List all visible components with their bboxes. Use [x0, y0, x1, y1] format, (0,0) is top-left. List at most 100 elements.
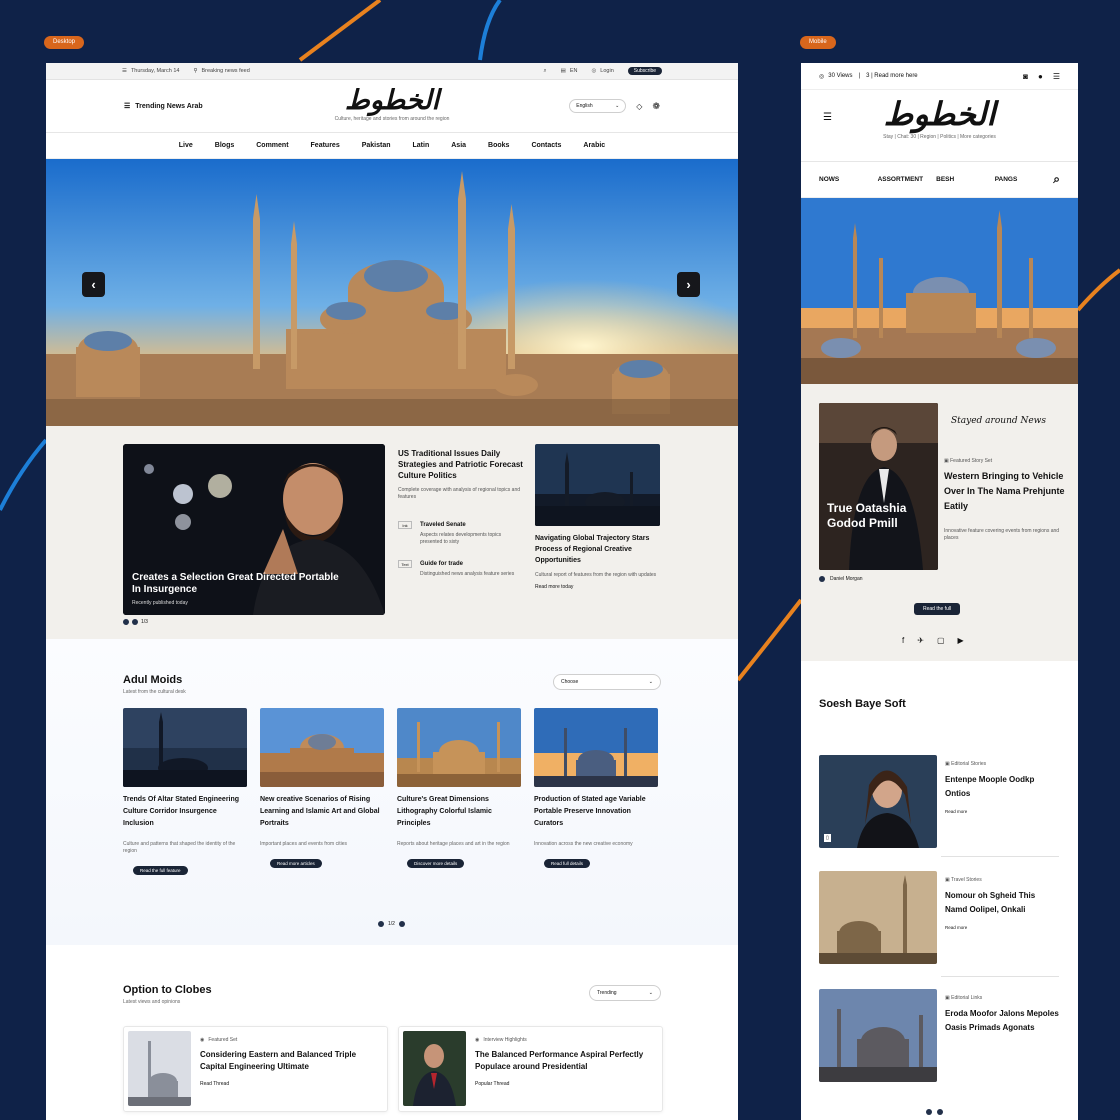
story-card-desc: Innovation across the new creative econo…: [534, 841, 633, 847]
nav-item[interactable]: Latin: [413, 142, 430, 149]
hamburger-icon[interactable]: ☰: [823, 112, 832, 123]
featured-main-card[interactable]: Creates a Selection Great Directed Porta…: [123, 444, 385, 615]
facebook-icon[interactable]: f: [902, 636, 904, 645]
nav-item[interactable]: Comment: [256, 142, 288, 149]
nav-item[interactable]: Live: [179, 142, 193, 149]
nav-item[interactable]: Features: [311, 142, 340, 149]
mobile-nav-item[interactable]: ASSORTMENT: [878, 176, 937, 183]
mobile-list-item[interactable]: ▣ Editorial Links Eroda Moofor Jalons Me…: [819, 989, 1059, 1082]
login-link[interactable]: ◎ Login: [591, 68, 613, 74]
middle-lead-title[interactable]: US Traditional Issues Daily Strategies a…: [398, 448, 523, 481]
hero-next-button[interactable]: ›: [677, 272, 700, 297]
opinion-card[interactable]: ◉ Interview Highlights The Balanced Perfo…: [398, 1026, 663, 1112]
menu-toggle[interactable]: ☰ Trending News Arab: [124, 102, 203, 111]
story-card-button[interactable]: Read full details: [544, 859, 591, 868]
nav-item[interactable]: Pakistan: [362, 142, 391, 149]
featured-pager[interactable]: 1/3: [123, 619, 148, 625]
instagram-icon[interactable]: ◙: [1023, 72, 1028, 81]
user-icon: ◉: [475, 1037, 480, 1043]
pager-dot[interactable]: [123, 619, 129, 625]
meta-text: Travel Stories: [951, 877, 982, 883]
mobile-feature-meta: ▣ Featured Story Set: [944, 458, 1066, 464]
mobile-feature-card[interactable]: True Oatashia Godod Pmill: [819, 403, 938, 570]
mini-story[interactable]: Text Guide for trade Distinguished news …: [398, 560, 523, 578]
breaking-text: Breaking news feed: [201, 68, 250, 74]
pager-prev[interactable]: [378, 921, 384, 927]
youtube-icon[interactable]: ▶: [958, 636, 964, 645]
mobile-list-item-meta: ▣ Travel Stories: [945, 877, 1059, 883]
author-name: Daniel Morgan: [830, 576, 863, 582]
mobile-nav-item[interactable]: BESH: [936, 176, 995, 183]
right-story-more-link[interactable]: Read more today: [535, 584, 660, 590]
pager-prev[interactable]: [926, 1109, 932, 1115]
mobile-utility-bar: ◎ 30 Views | 3 | Read more here ◙ ● ☰: [801, 63, 1078, 90]
story-card[interactable]: Trends Of Altar Stated Engineering Cultu…: [123, 708, 247, 877]
story-card-image: [534, 708, 658, 787]
date-item: ☰ Thursday, March 14: [122, 68, 179, 74]
story-card[interactable]: Production of Stated age Variable Portab…: [534, 708, 658, 877]
hero-slider: ‹ ›: [46, 159, 738, 426]
mobile-list-item[interactable]: ▣ Travel Stories Nomour oh Sgheid This N…: [819, 871, 1059, 964]
hero-image: [46, 159, 738, 426]
section-filter-select[interactable]: Choose ⌄: [553, 674, 661, 690]
shield-icon[interactable]: ◇: [636, 102, 642, 111]
story-card[interactable]: Culture's Great Dimensions Lithography C…: [397, 708, 521, 877]
breaking-item[interactable]: ⚲ Breaking news feed: [193, 68, 249, 74]
facebook-icon[interactable]: ●: [1038, 72, 1043, 81]
mini-story[interactable]: Ink Traveled Senate Aspects relates deve…: [398, 521, 523, 546]
mobile-list-item-image: [819, 871, 937, 964]
opinion-card-more[interactable]: Popular Thread: [475, 1081, 658, 1087]
section-title: Adul Moids: [123, 674, 183, 686]
mobile-hero-image[interactable]: [801, 198, 1078, 384]
mobile-nav-item[interactable]: NOWS: [819, 176, 878, 183]
cards-section: Adul Moids Latest from the cultural desk…: [46, 639, 738, 945]
filter-icon[interactable]: ☰: [1053, 72, 1060, 81]
site-header: ☰ Trending News Arab الخطوط Culture, her…: [46, 80, 738, 133]
mobile-feature-button[interactable]: Read the full: [914, 603, 961, 615]
language-select[interactable]: English ⌄: [569, 99, 627, 113]
nav-item[interactable]: Arabic: [583, 142, 605, 149]
instagram-icon[interactable]: ▢: [937, 636, 945, 645]
mobile-list-item-more[interactable]: Read more: [945, 809, 1059, 814]
cards-pager: 1/2: [378, 921, 405, 927]
mobile-header: ☰ الخطوط Stay | Chat: 30 | Region | Poli…: [801, 90, 1078, 162]
featured-right-column[interactable]: Navigating Global Trajectory Stars Proce…: [535, 444, 660, 590]
search-icon[interactable]: ⌕: [544, 68, 547, 75]
pager-next[interactable]: [398, 921, 405, 927]
opinion-card[interactable]: ◉ Featured Set Considering Eastern and Ba…: [123, 1026, 388, 1112]
story-card-desc: Culture and patterns that shaped the ide…: [123, 841, 236, 854]
twitter-icon[interactable]: ✈: [917, 636, 924, 645]
pager-dot[interactable]: [132, 619, 138, 625]
hero-prev-button[interactable]: ‹: [82, 272, 105, 297]
mobile-list-item[interactable]: ▯ ▣ Editorial Stories Entenpe Moople Ood…: [819, 755, 1059, 848]
story-card-button[interactable]: Discover more details: [407, 859, 465, 868]
nav-item[interactable]: Books: [488, 142, 509, 149]
palette-icon[interactable]: ❁: [652, 101, 660, 112]
subscribe-button[interactable]: Subscribe: [627, 67, 662, 75]
mobile-feature-title[interactable]: Western Bringing to Vehicle Over In The …: [944, 469, 1066, 514]
opinion-filter-select[interactable]: Trending ⌄: [589, 985, 661, 1001]
opinion-card-more[interactable]: Read Thread: [200, 1081, 383, 1087]
middle-lead-sub: Complete coverage with analysis of regio…: [398, 487, 521, 500]
menu-icon: ☰: [122, 68, 127, 74]
section-title: Option to Clobes: [123, 984, 212, 996]
mobile-logo[interactable]: الخطوط Stay | Chat: 30 | Region | Politi…: [883, 94, 996, 140]
story-card-button[interactable]: Read the full feature: [133, 866, 188, 875]
opinion-card-title: The Balanced Performance Aspiral Perfect…: [475, 1050, 644, 1071]
mobile-badge: Mobile: [800, 36, 836, 49]
mobile-nav-item[interactable]: PANGS: [995, 176, 1054, 183]
story-card[interactable]: New creative Scenarios of Rising Learnin…: [260, 708, 384, 877]
mobile-feature-author[interactable]: Daniel Morgan: [819, 576, 863, 582]
mobile-list-item-more[interactable]: Read more: [945, 925, 1059, 930]
lang-link[interactable]: ▤ EN: [561, 68, 578, 74]
site-logo[interactable]: الخطوط Culture, heritage and stories fro…: [335, 86, 450, 123]
nav-item[interactable]: Contacts: [531, 142, 561, 149]
story-card-button[interactable]: Read more articles: [270, 859, 322, 868]
nav-item[interactable]: Asia: [451, 142, 466, 149]
util-right-text[interactable]: 3 | Read more here: [866, 73, 918, 79]
pager-next[interactable]: [937, 1109, 943, 1115]
nav-item[interactable]: Blogs: [215, 142, 234, 149]
list-divider: [941, 856, 1059, 857]
mini-story-desc: Aspects relates developments topics pres…: [420, 532, 502, 545]
search-icon[interactable]: ⌕: [1053, 172, 1060, 187]
